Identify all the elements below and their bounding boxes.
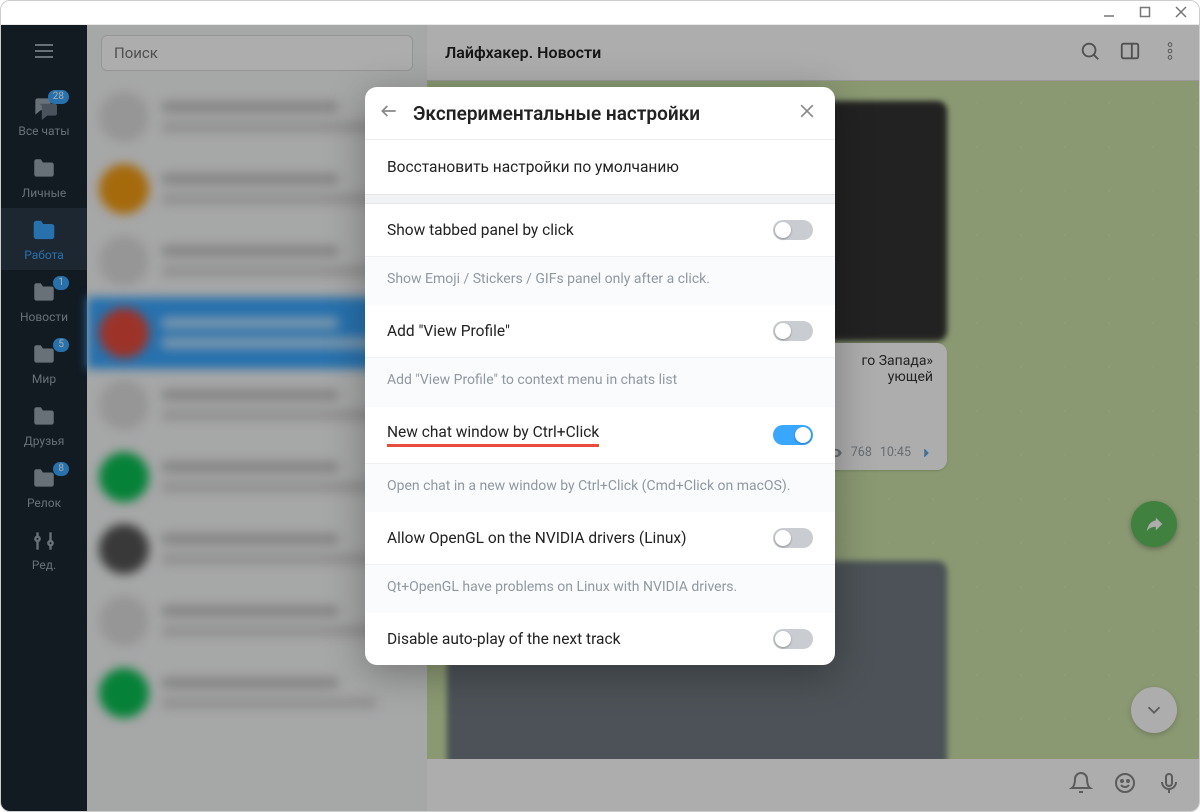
toggle[interactable] xyxy=(773,321,813,341)
setting-desc: Open chat in a new window by Ctrl+Click … xyxy=(365,463,835,512)
restore-defaults[interactable]: Восстановить настройки по умолчанию xyxy=(365,140,835,194)
toggle[interactable] xyxy=(773,528,813,548)
maximize-button[interactable] xyxy=(1139,3,1151,22)
setting-new-window[interactable]: New chat window by Ctrl+Click xyxy=(365,407,835,463)
toggle[interactable] xyxy=(773,425,813,445)
close-button[interactable] xyxy=(797,101,817,125)
minimize-button[interactable] xyxy=(1103,3,1115,22)
window-titlebar xyxy=(1,1,1199,25)
setting-desc: Qt+OpenGL have problems on Linux with NV… xyxy=(365,564,835,613)
toggle[interactable] xyxy=(773,629,813,649)
setting-tabbed-panel[interactable]: Show tabbed panel by click xyxy=(365,204,835,256)
experimental-settings-modal: Экспериментальные настройки Восстановить… xyxy=(365,87,835,665)
setting-autoplay[interactable]: Disable auto-play of the next track xyxy=(365,613,835,665)
setting-opengl[interactable]: Allow OpenGL on the NVIDIA drivers (Linu… xyxy=(365,512,835,564)
modal-title: Экспериментальные настройки xyxy=(413,102,783,125)
close-window-button[interactable] xyxy=(1175,3,1187,22)
back-button[interactable] xyxy=(379,101,399,125)
setting-view-profile[interactable]: Add "View Profile" xyxy=(365,305,835,357)
toggle[interactable] xyxy=(773,220,813,240)
setting-desc: Show Emoji / Stickers / GIFs panel only … xyxy=(365,256,835,305)
setting-desc: Add "View Profile" to context menu in ch… xyxy=(365,357,835,406)
